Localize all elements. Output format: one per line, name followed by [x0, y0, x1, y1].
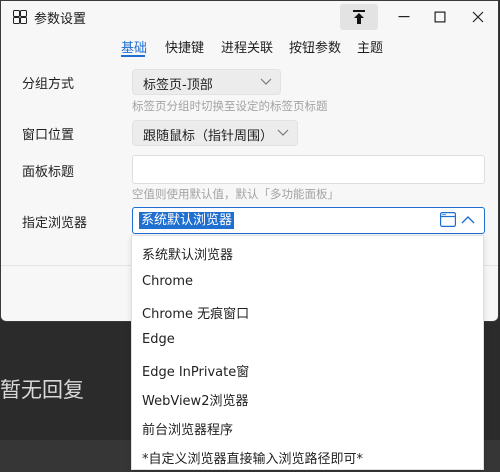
window-title: 参数设置: [34, 12, 87, 27]
settings-tabs: 基础 快捷键 进程关联 按钮参数 主题: [1, 33, 498, 59]
group-mode-select[interactable]: 标签页-顶部: [132, 69, 281, 95]
grid-app-icon: [13, 10, 27, 24]
dropdown-option[interactable]: *自定义浏览器直接输入浏览路径即可*: [142, 448, 363, 467]
dropdown-option[interactable]: WebView2浏览器: [142, 390, 248, 409]
group-mode-label: 分组方式: [22, 77, 75, 92]
minimize-icon: [398, 16, 410, 18]
dropdown-option[interactable]: 系统默认浏览器: [142, 244, 233, 263]
pin-top-button[interactable]: [340, 4, 378, 30]
dropdown-option[interactable]: Chrome 无痕窗口: [142, 303, 249, 322]
close-icon: [472, 11, 484, 23]
active-tab-indicator: [121, 55, 145, 57]
pin-top-icon: [353, 10, 365, 24]
window-position-label: 窗口位置: [22, 128, 75, 143]
tab-theme[interactable]: 主题: [357, 37, 383, 56]
panel-title-input[interactable]: [132, 155, 485, 184]
tab-button-params[interactable]: 按钮参数: [289, 37, 341, 56]
browser-combo[interactable]: 系统默认浏览器: [132, 207, 485, 234]
chevron-up-icon[interactable]: [461, 213, 475, 227]
group-mode-hint: 标签页分组时切换至设定的标签页标题: [132, 99, 328, 113]
title-bar: 参数设置: [1, 1, 498, 33]
chevron-down-icon: [277, 129, 289, 136]
browser-label: 指定浏览器: [22, 216, 88, 231]
close-button[interactable]: [459, 4, 497, 30]
browser-window-icon[interactable]: [440, 212, 456, 227]
tab-process-association[interactable]: 进程关联: [221, 37, 273, 56]
dropdown-option[interactable]: Chrome: [142, 274, 193, 289]
maximize-icon: [434, 11, 446, 23]
group-mode-value: 标签页-顶部: [143, 78, 213, 93]
dropdown-option[interactable]: 前台浏览器程序: [142, 419, 233, 438]
panel-title-label: 面板标题: [22, 165, 75, 180]
background-reply-text: 暂无回复: [0, 378, 84, 402]
tab-shortcuts[interactable]: 快捷键: [165, 37, 204, 56]
window-position-select[interactable]: 跟随鼠标（指针周围）: [132, 120, 298, 146]
browser-dropdown-list: 系统默认浏览器 Chrome Chrome 无痕窗口 Edge Edge InP…: [131, 235, 484, 470]
tab-basic[interactable]: 基础: [121, 37, 147, 56]
maximize-button[interactable]: [421, 4, 459, 30]
chevron-down-icon: [260, 78, 272, 85]
minimize-button[interactable]: [385, 4, 423, 30]
panel-title-hint: 空值则使用默认值，默认「多功能面板」: [132, 187, 339, 201]
window-position-value: 跟随鼠标（指针周围）: [143, 129, 274, 144]
dropdown-option[interactable]: Edge InPrivate窗: [142, 361, 249, 380]
dropdown-option[interactable]: Edge: [142, 332, 175, 347]
browser-combo-value[interactable]: 系统默认浏览器: [139, 212, 235, 229]
